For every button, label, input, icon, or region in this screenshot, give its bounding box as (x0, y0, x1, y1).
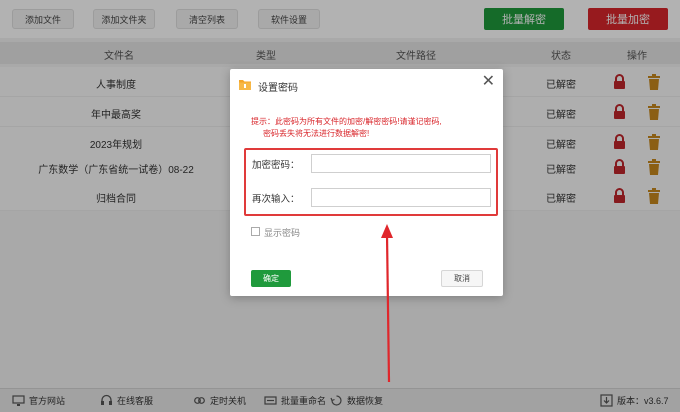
cancel-button[interactable]: 取消 (441, 270, 483, 287)
confirm-password-label: 再次输入： (252, 194, 300, 205)
tip-line-2: 密码丢失将无法进行数据解密! (263, 129, 370, 138)
password-input[interactable] (311, 154, 491, 173)
show-password-label[interactable]: 显示密码 (264, 226, 300, 239)
set-password-dialog: 设置密码 ✕ 提示：此密码为所有文件的加密/解密密码!请谨记密码, 密码丢失将无… (230, 69, 503, 296)
close-icon[interactable]: ✕ (482, 74, 495, 90)
annotation-arrow (381, 224, 393, 383)
password-tip: 提示：此密码为所有文件的加密/解密密码!请谨记密码, 密码丢失将无法进行数据解密… (251, 116, 491, 140)
ok-button[interactable]: 确定 (251, 270, 291, 287)
folder-icon (239, 80, 251, 90)
password-label: 加密密码： (252, 160, 300, 171)
tip-line-1: 提示：此密码为所有文件的加密/解密密码!请谨记密码, (251, 117, 442, 126)
show-password-checkbox[interactable] (251, 227, 260, 236)
confirm-password-input[interactable] (311, 188, 491, 207)
dialog-title: 设置密码 (258, 83, 298, 94)
